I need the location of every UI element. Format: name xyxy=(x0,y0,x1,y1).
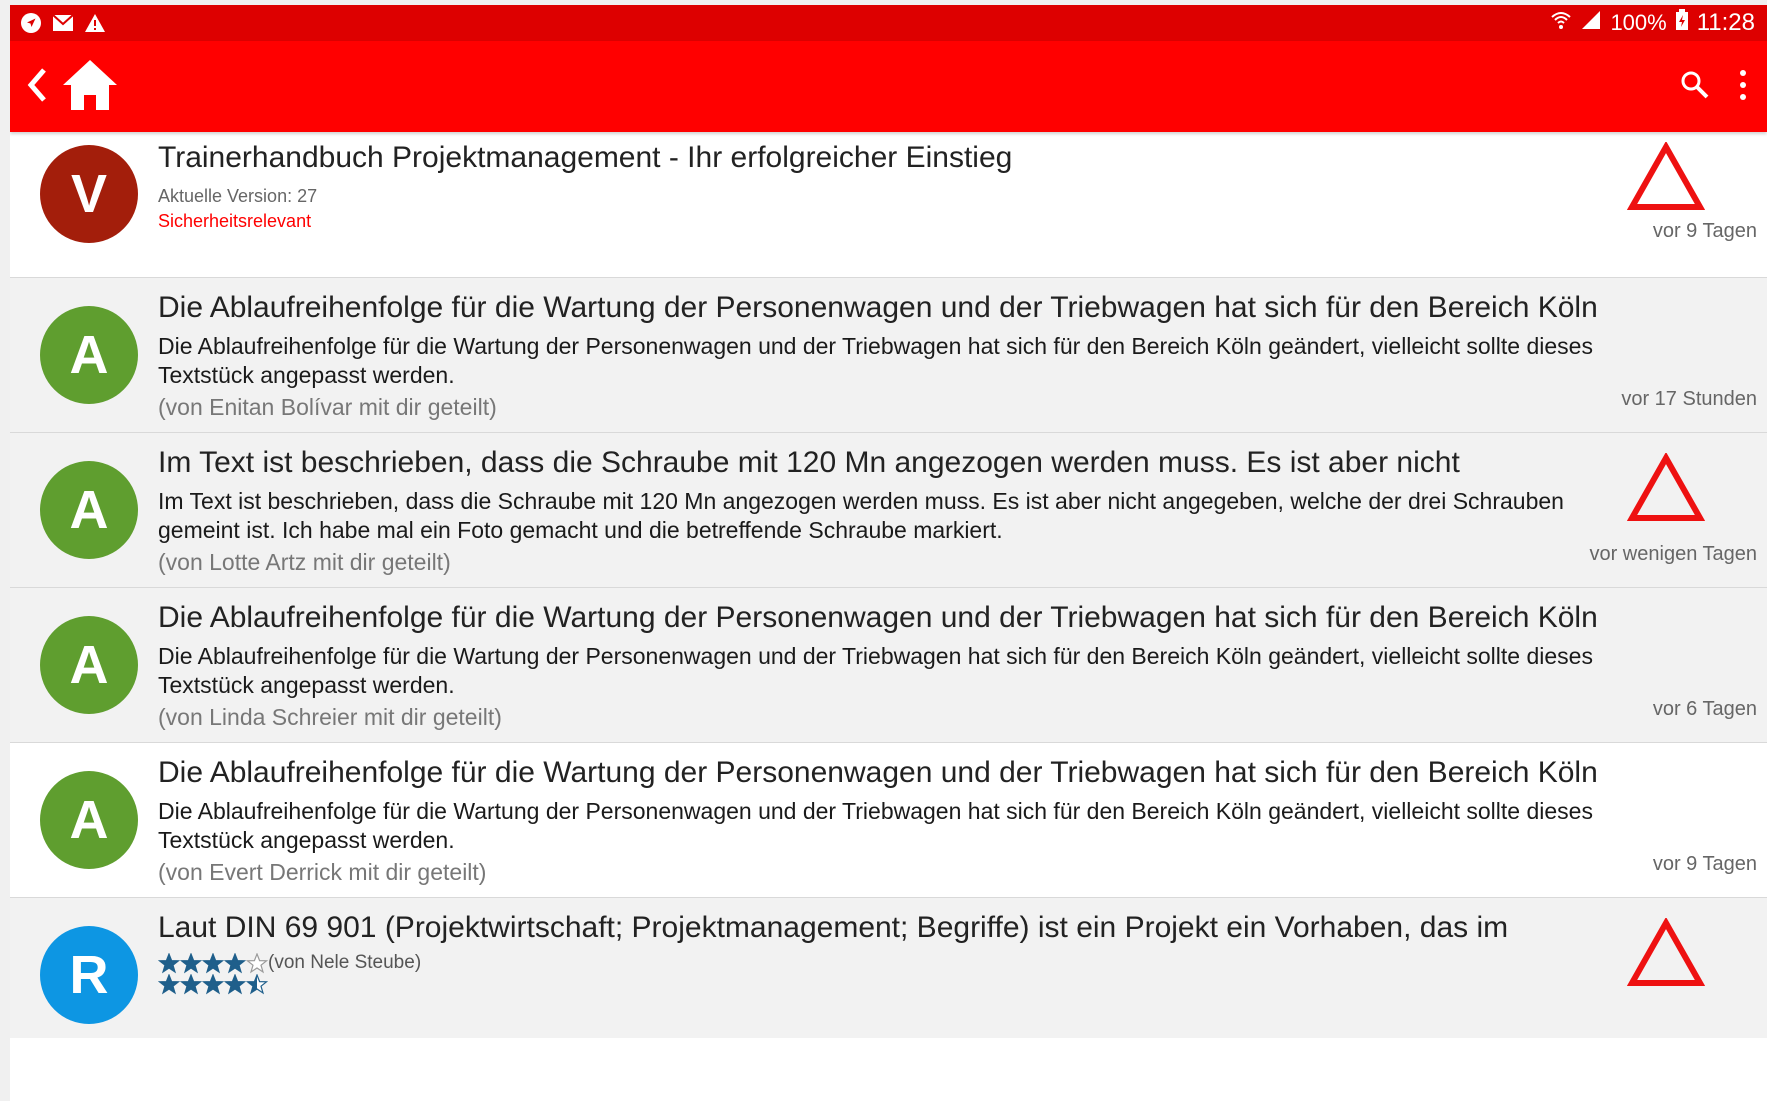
star-icon xyxy=(180,974,202,995)
star-rating xyxy=(158,952,268,974)
item-body: Im Text ist beschrieben, dass die Schrau… xyxy=(158,488,1564,543)
list-item[interactable]: R Laut DIN 69 901 (Projektwirtschaft; Pr… xyxy=(10,898,1767,1038)
battery-icon xyxy=(1675,9,1689,37)
list-item[interactable]: A Die Ablaufreihenfolge für die Wartung … xyxy=(10,743,1767,898)
item-content: Laut DIN 69 901 (Projektwirtschaft; Proj… xyxy=(158,910,1622,995)
shared-by: (von Evert Derrick mit dir geteilt) xyxy=(158,859,487,885)
home-button[interactable] xyxy=(60,57,120,113)
item-title: Im Text ist beschrieben, dass die Schrau… xyxy=(158,446,1460,479)
item-time: vor 6 Tagen xyxy=(1652,698,1757,720)
status-system: 100% 11:28 xyxy=(1550,9,1755,37)
list-item[interactable]: A Die Ablaufreihenfolge für die Wartung … xyxy=(10,588,1767,743)
item-content: Die Ablaufreihenfolge für die Wartung de… xyxy=(158,600,1622,732)
star-icon xyxy=(202,952,224,973)
item-time: vor 9 Tagen xyxy=(1652,220,1757,242)
rating-rows: (von Nele Steube) xyxy=(158,952,421,995)
star-icon xyxy=(180,952,202,973)
avatar: A xyxy=(40,306,138,404)
status-notifications xyxy=(20,12,106,34)
star-icon xyxy=(246,974,268,995)
item-content: Die Ablaufreihenfolge für die Wartung de… xyxy=(158,290,1622,422)
star-icon xyxy=(202,974,224,995)
rating-author: (von Nele Steube) xyxy=(268,952,422,973)
avatar: A xyxy=(40,616,138,714)
item-title: Die Ablaufreihenfolge für die Wartung de… xyxy=(158,291,1598,324)
more-vert-icon xyxy=(1740,70,1746,100)
rating-block: (von Nele Steube) xyxy=(158,952,1622,995)
navigation-icon xyxy=(20,12,42,34)
star-icon xyxy=(224,974,246,995)
item-time: vor wenigen Tagen xyxy=(1589,543,1757,565)
wifi-icon xyxy=(1550,9,1572,37)
star-icon xyxy=(158,952,180,973)
search-icon xyxy=(1681,71,1709,99)
avatar: V xyxy=(40,145,138,243)
item-content: Im Text ist beschrieben, dass die Schrau… xyxy=(158,445,1622,577)
item-time: vor 17 Stunden xyxy=(1621,388,1757,410)
back-button[interactable] xyxy=(24,63,50,107)
item-title: Die Ablaufreihenfolge für die Wartung de… xyxy=(158,601,1598,634)
avatar: R xyxy=(40,926,138,1024)
avatar: A xyxy=(40,461,138,559)
item-body: Die Ablaufreihenfolge für die Wartung de… xyxy=(158,798,1593,853)
star-icon xyxy=(246,952,268,973)
star-icon xyxy=(224,952,246,973)
document-list: V Trainerhandbuch Projektmanagement - Ih… xyxy=(10,132,1767,1038)
status-bar: 100% 11:28 xyxy=(10,5,1767,41)
item-content: Trainerhandbuch Projektmanagement - Ihr … xyxy=(158,140,1622,232)
item-body: Die Ablaufreihenfolge für die Wartung de… xyxy=(158,643,1593,698)
list-item[interactable]: A Im Text ist beschrieben, dass die Schr… xyxy=(10,433,1767,588)
clock: 11:28 xyxy=(1696,9,1755,36)
list-item[interactable]: A Die Ablaufreihenfolge für die Wartung … xyxy=(10,278,1767,433)
item-title: Trainerhandbuch Projektmanagement - Ihr … xyxy=(158,141,1013,174)
mail-icon xyxy=(52,12,74,34)
item-time: vor 9 Tagen xyxy=(1652,853,1757,875)
safety-label: Sicherheitsrelevant xyxy=(158,211,312,231)
item-version: Aktuelle Version: 27 xyxy=(158,186,318,206)
item-body: Die Ablaufreihenfolge für die Wartung de… xyxy=(158,333,1593,388)
back-icon xyxy=(27,68,46,102)
star-icon xyxy=(158,974,180,995)
avatar: A xyxy=(40,771,138,869)
item-title: Laut DIN 69 901 (Projektwirtschaft; Proj… xyxy=(158,911,1509,944)
tablet-screen: 100% 11:28 V Trainerhandbuch Projektmana… xyxy=(10,5,1767,1101)
star-rating xyxy=(158,974,421,995)
app-toolbar xyxy=(10,41,1767,132)
overflow-menu-button[interactable] xyxy=(1735,67,1751,103)
shared-by: (von Lotte Artz mit dir geteilt) xyxy=(158,549,451,575)
battery-level: 100% xyxy=(1610,10,1667,35)
warning-icon xyxy=(84,12,106,34)
signal-icon xyxy=(1580,9,1602,37)
warning-triangle-icon xyxy=(1627,453,1705,521)
list-item[interactable]: V Trainerhandbuch Projektmanagement - Ih… xyxy=(10,132,1767,278)
shared-by: (von Linda Schreier mit dir geteilt) xyxy=(158,704,502,730)
warning-triangle-icon xyxy=(1627,918,1705,986)
home-icon xyxy=(63,60,117,110)
item-title: Die Ablaufreihenfolge für die Wartung de… xyxy=(158,756,1598,789)
search-button[interactable] xyxy=(1679,69,1711,101)
warning-triangle-icon xyxy=(1627,142,1705,210)
item-content: Die Ablaufreihenfolge für die Wartung de… xyxy=(158,755,1622,887)
screen-frame: 100% 11:28 V Trainerhandbuch Projektmana… xyxy=(0,0,1767,1101)
shared-by: (von Enitan Bolívar mit dir geteilt) xyxy=(158,394,497,420)
